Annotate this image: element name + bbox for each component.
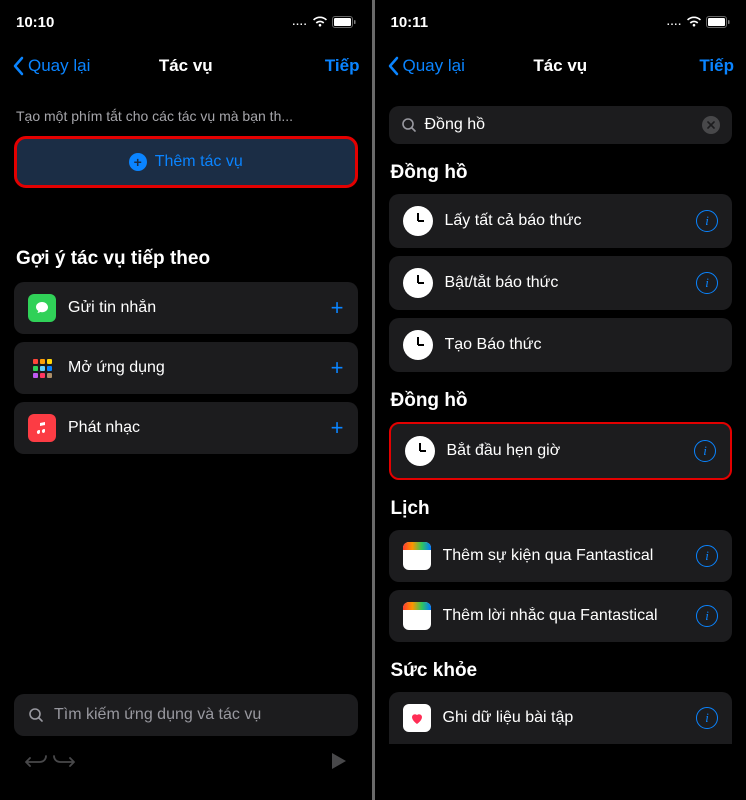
status-time: 10:11	[391, 14, 429, 31]
back-button[interactable]: Quay lại	[12, 56, 90, 76]
health-actions-list: Ghi dữ liệu bài tập i	[389, 692, 733, 744]
undo-icon[interactable]	[24, 750, 50, 772]
back-label: Quay lại	[28, 56, 90, 76]
action-label: Bắt đầu hẹn giờ	[447, 442, 683, 460]
add-icon[interactable]: +	[331, 415, 344, 441]
action-item[interactable]: Thêm sự kiện qua Fantastical i	[389, 530, 733, 582]
search-icon	[28, 707, 44, 723]
suggestion-label: Gửi tin nhắn	[68, 299, 319, 317]
suggestions-list: Gửi tin nhắn + Mở ứng dụng + Phát nhạc +	[14, 282, 358, 454]
nav-bar: Quay lại Tác vụ Tiếp	[375, 44, 746, 88]
status-bar: 10:10 ....	[0, 0, 372, 44]
search-bar[interactable]: Tìm kiếm ứng dụng và tác vụ	[14, 694, 358, 736]
nav-bar: Quay lại Tác vụ Tiếp	[0, 44, 372, 88]
phone-screen-right: 10:11 .... Quay lại Tác vụ Tiếp Đồng hồ …	[375, 0, 746, 800]
search-icon	[401, 117, 417, 133]
keyboard-toolbar	[14, 736, 358, 780]
suggestion-label: Phát nhạc	[68, 419, 319, 437]
section-header-clock-2: Đồng hồ	[391, 390, 733, 412]
action-item[interactable]: Tạo Báo thức	[389, 318, 733, 372]
wifi-icon	[686, 16, 702, 28]
next-button[interactable]: Tiếp	[325, 56, 360, 76]
play-icon[interactable]	[328, 750, 348, 772]
action-label: Thêm lời nhắc qua Fantastical	[443, 607, 685, 625]
x-icon	[707, 121, 715, 129]
nav-title: Tác vụ	[533, 56, 587, 76]
clock-icon	[403, 330, 433, 360]
status-time: 10:10	[16, 14, 54, 31]
info-icon[interactable]: i	[696, 605, 718, 627]
info-icon[interactable]: i	[696, 545, 718, 567]
info-icon[interactable]: i	[696, 272, 718, 294]
action-label: Ghi dữ liệu bài tập	[443, 709, 685, 727]
status-indicators: ....	[667, 16, 730, 28]
section-header-clock: Đồng hồ	[391, 162, 733, 184]
battery-icon	[706, 16, 730, 28]
action-label: Thêm sự kiện qua Fantastical	[443, 547, 685, 565]
info-icon[interactable]: i	[694, 440, 716, 462]
calendar-actions-list: Thêm sự kiện qua Fantastical i Thêm lời …	[389, 530, 733, 642]
search-placeholder: Tìm kiếm ứng dụng và tác vụ	[54, 706, 344, 724]
action-item[interactable]: Ghi dữ liệu bài tập i	[389, 692, 733, 744]
action-label: Tạo Báo thức	[445, 336, 719, 354]
battery-icon	[332, 16, 356, 28]
wifi-icon	[312, 16, 328, 28]
clock-actions-list-2: Bắt đầu hẹn giờ i	[389, 422, 733, 480]
suggestion-item[interactable]: Phát nhạc +	[14, 402, 358, 454]
description-text: Tạo một phím tắt cho các tác vụ mà bạn t…	[14, 108, 358, 124]
next-button[interactable]: Tiếp	[699, 56, 734, 76]
add-action-button[interactable]: + Thêm tác vụ	[14, 136, 358, 188]
chevron-left-icon	[387, 56, 399, 76]
section-header-calendar: Lịch	[391, 498, 733, 520]
action-item[interactable]: Lấy tất cả báo thức i	[389, 194, 733, 248]
clock-actions-list: Lấy tất cả báo thức i Bật/tắt báo thức i…	[389, 194, 733, 372]
info-icon[interactable]: i	[696, 210, 718, 232]
plus-circle-icon: +	[129, 153, 147, 171]
clear-search-button[interactable]	[702, 116, 720, 134]
add-icon[interactable]: +	[331, 295, 344, 321]
status-bar: 10:11 ....	[375, 0, 746, 44]
action-item[interactable]: Thêm lời nhắc qua Fantastical i	[389, 590, 733, 642]
calendar-icon	[403, 542, 431, 570]
add-icon[interactable]: +	[331, 355, 344, 381]
nav-title: Tác vụ	[159, 56, 213, 76]
status-indicators: ....	[292, 16, 355, 28]
app-grid-icon	[28, 354, 56, 382]
action-item-start-timer[interactable]: Bắt đầu hẹn giờ i	[389, 422, 733, 480]
search-input[interactable]: Đồng hồ	[425, 116, 695, 134]
action-label: Lấy tất cả báo thức	[445, 212, 685, 230]
suggestion-item[interactable]: Mở ứng dụng +	[14, 342, 358, 394]
cellular-icon: ....	[667, 17, 682, 28]
section-header-health: Sức khỏe	[391, 660, 733, 682]
phone-screen-left: 10:10 .... Quay lại Tác vụ Tiếp Tạo một …	[0, 0, 372, 800]
action-item[interactable]: Bật/tắt báo thức i	[389, 256, 733, 310]
suggestion-label: Mở ứng dụng	[68, 359, 319, 377]
chevron-left-icon	[12, 56, 24, 76]
music-icon	[28, 414, 56, 442]
info-icon[interactable]: i	[696, 707, 718, 729]
calendar-icon	[403, 602, 431, 630]
add-action-label: Thêm tác vụ	[155, 153, 243, 171]
messages-icon	[28, 294, 56, 322]
redo-icon[interactable]	[50, 750, 76, 772]
suggestion-item[interactable]: Gửi tin nhắn +	[14, 282, 358, 334]
suggestions-header: Gợi ý tác vụ tiếp theo	[16, 248, 358, 270]
cellular-icon: ....	[292, 17, 307, 28]
search-bar[interactable]: Đồng hồ	[389, 106, 733, 144]
clock-icon	[403, 268, 433, 298]
action-label: Bật/tắt báo thức	[445, 274, 685, 292]
heart-icon	[403, 704, 431, 732]
back-button[interactable]: Quay lại	[387, 56, 465, 76]
clock-icon	[403, 206, 433, 236]
clock-icon	[405, 436, 435, 466]
back-label: Quay lại	[403, 56, 465, 76]
